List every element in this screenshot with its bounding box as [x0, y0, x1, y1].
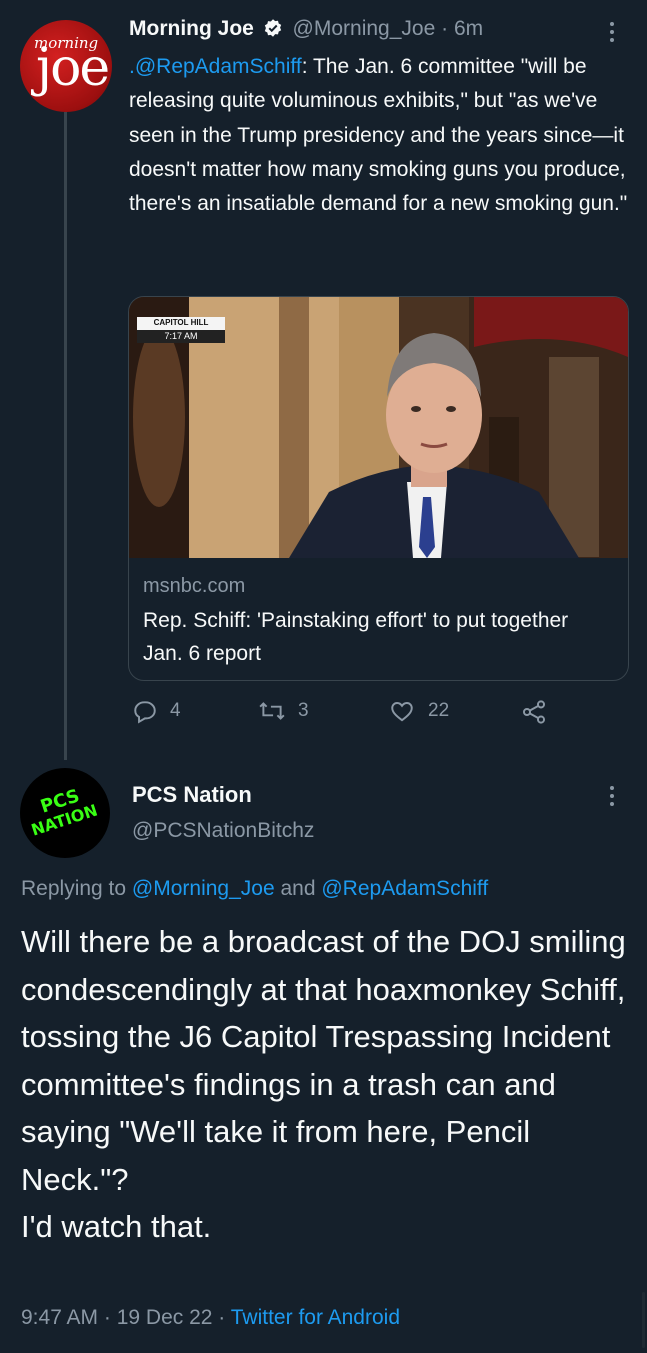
reply-tweet-text: Will there be a broadcast of the DOJ smi… [21, 918, 631, 1251]
thread-connector-line [64, 112, 67, 760]
tweet-time[interactable]: 9:47 AM [21, 1306, 98, 1329]
separator: · [212, 1306, 231, 1329]
card-image: CAPITOL HILL 7:17 AM [129, 297, 628, 558]
share-icon [522, 700, 546, 724]
share-button[interactable] [520, 698, 560, 726]
morning-joe-avatar[interactable]: morning joe [20, 20, 112, 112]
chyron-time: 7:17 AM [164, 331, 198, 341]
avatar-logo-big-text: joe [36, 38, 110, 98]
heart-icon [391, 702, 413, 722]
author-handle[interactable]: @Morning_Joe [293, 17, 436, 40]
replying-mention-link[interactable]: @RepAdamSchiff [321, 877, 488, 900]
author-name[interactable]: Morning Joe [129, 17, 254, 40]
tweet-date[interactable]: 19 Dec 22 [117, 1306, 213, 1329]
tweet-metadata: 9:47 AM · 19 Dec 22 · Twitter for Androi… [21, 1306, 400, 1330]
mention-link[interactable]: .@RepAdamSchiff [129, 55, 302, 78]
reply-button[interactable]: 4 [132, 698, 181, 724]
separator: · [435, 17, 454, 40]
pcs-nation-avatar[interactable]: PCS NATION [20, 768, 110, 858]
avatar-logo: PCS NATION [20, 768, 110, 858]
replying-and: and [274, 877, 322, 900]
replying-to: Replying to @Morning_Joe and @RepAdamSch… [21, 877, 488, 901]
reply-icon [134, 701, 156, 724]
link-card[interactable]: CAPITOL HILL 7:17 AM msnbc.com Rep. Schi… [128, 296, 629, 681]
card-title: Rep. Schiff: 'Painstaking effort' to put… [143, 609, 569, 665]
chyron-location: CAPITOL HILL [153, 318, 209, 327]
reply-body: Will there be a broadcast of the DOJ smi… [21, 924, 626, 1197]
tweet-text: .@RepAdamSchiff: The Jan. 6 committee "w… [129, 50, 629, 221]
author-name[interactable]: PCS Nation [132, 782, 252, 808]
separator: · [98, 1306, 117, 1329]
like-button[interactable]: 22 [388, 698, 449, 724]
tweet-header: Morning Joe @Morning_Joe · 6m [129, 17, 483, 44]
scrollbar[interactable] [642, 1292, 645, 1348]
verified-badge-icon [263, 18, 283, 44]
retweet-count: 3 [298, 700, 309, 721]
card-domain: msnbc.com [143, 575, 246, 597]
tweet-timestamp[interactable]: 6m [454, 17, 483, 40]
replying-mention-link[interactable]: @Morning_Joe [132, 877, 275, 900]
tweet-body: : The Jan. 6 committee "will be releasin… [129, 55, 628, 216]
tweet-source-link[interactable]: Twitter for Android [231, 1306, 400, 1329]
like-count: 22 [428, 700, 450, 721]
author-handle[interactable]: @PCSNationBitchz [132, 819, 314, 843]
more-options-icon[interactable] [609, 22, 615, 46]
reply-body-last-line: I'd watch that. [21, 1209, 212, 1244]
retweet-button[interactable]: 3 [258, 698, 309, 724]
replying-prefix: Replying to [21, 877, 132, 900]
more-options-icon[interactable] [609, 786, 615, 810]
retweet-icon [259, 702, 285, 720]
reply-count: 4 [170, 700, 181, 721]
